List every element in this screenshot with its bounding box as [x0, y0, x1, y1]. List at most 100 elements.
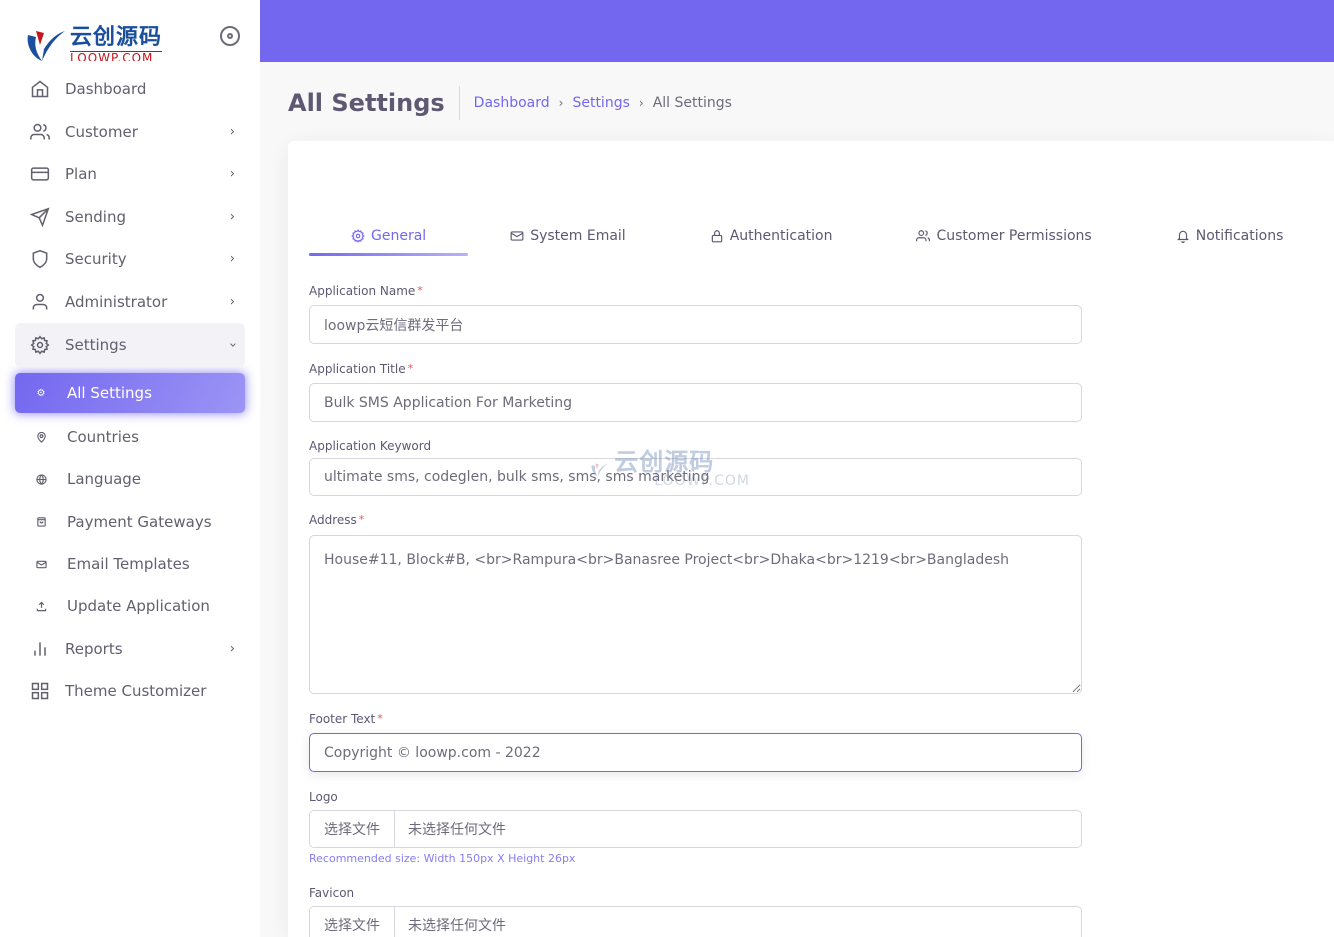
chevron-down-icon: › — [224, 342, 240, 348]
chevron-right-icon: › — [229, 641, 235, 657]
breadcrumb-link-settings[interactable]: Settings — [572, 95, 629, 111]
general-settings-form: Application Name* Application Title* App… — [309, 283, 1082, 937]
address-label: Address * — [309, 513, 365, 527]
favicon-label: Favicon — [309, 886, 355, 900]
sidebar-subitem-email-templates[interactable]: Email Templates — [15, 543, 245, 585]
favicon-file-input[interactable]: 选择文件 未选择任何文件 — [309, 906, 1082, 937]
home-icon — [29, 78, 51, 100]
sidebar-item-label: Language — [67, 470, 142, 489]
grid-icon — [29, 680, 51, 702]
app-name-input[interactable] — [309, 305, 1082, 344]
sidebar-item-label: Dashboard — [65, 80, 147, 99]
sidebar-item-label: Sending — [65, 207, 126, 226]
sidebar-subitem-countries[interactable]: Countries — [15, 416, 245, 458]
sidebar-item-sending[interactable]: Sending › — [15, 196, 245, 239]
chevron-right-icon: › — [558, 96, 564, 110]
sidebar-item-label: All Settings — [67, 384, 152, 402]
settings-tabs: General System Email Authentication Cust… — [308, 225, 1284, 256]
lock-icon — [710, 229, 724, 243]
sidebar-item-label: Security — [65, 250, 127, 269]
chevron-right-icon: › — [229, 124, 235, 140]
sidebar-item-label: Administrator — [65, 292, 168, 311]
sidebar-item-label: Theme Customizer — [65, 682, 207, 701]
upload-icon — [35, 600, 47, 612]
app-name-label: Application Name * — [309, 284, 423, 298]
app-title-input[interactable] — [309, 383, 1082, 422]
footer-text-label: Footer Text * — [309, 712, 383, 726]
sidebar-item-label: Settings — [65, 336, 127, 354]
sidebar-item-customer[interactable]: Customer › — [15, 111, 245, 154]
tab-customer-permissions[interactable]: Customer Permissions — [916, 225, 1092, 247]
top-navbar — [260, 0, 1334, 62]
favicon-file-status: 未选择任何文件 — [408, 918, 506, 934]
sidebar-nav: Dashboard Customer › Plan › Sending › Se… — [15, 68, 245, 712]
logo-label: Logo — [309, 790, 338, 804]
sidebar-item-dashboard[interactable]: Dashboard — [15, 68, 245, 111]
sidebar: 云创源码 LOOWP.COM Dashboard Customer › Plan… — [0, 0, 260, 937]
sidebar-item-administrator[interactable]: Administrator › — [15, 281, 245, 324]
logo-choose-file-button[interactable]: 选择文件 — [310, 811, 395, 847]
sidebar-item-label: Update Application — [67, 597, 210, 616]
address-textarea[interactable]: House#11, Block#B, <br>Rampura<br>Banasr… — [309, 535, 1082, 694]
tab-label: Customer Permissions — [936, 228, 1092, 244]
send-icon — [29, 206, 51, 228]
chevron-right-icon: › — [229, 294, 235, 310]
sidebar-item-label: Customer — [65, 122, 138, 141]
mail-icon — [510, 229, 524, 243]
app-title-label: Application Title * — [309, 362, 414, 376]
logo-file-input[interactable]: 选择文件 未选择任何文件 — [309, 810, 1082, 848]
logo-size-hint: Recommended size: Width 150px X Height 2… — [309, 852, 576, 865]
chevron-right-icon: › — [229, 166, 235, 182]
breadcrumb: Dashboard › Settings › All Settings — [474, 95, 732, 111]
logo-file-status: 未选择任何文件 — [408, 822, 506, 838]
sidebar-item-reports[interactable]: Reports › — [15, 627, 245, 670]
sidebar-item-security[interactable]: Security › — [15, 238, 245, 281]
brand-logo-icon — [27, 31, 65, 61]
tab-label: Notifications — [1195, 228, 1284, 244]
tab-label: General — [371, 228, 427, 244]
sidebar-item-settings[interactable]: Settings › — [15, 323, 245, 367]
map-pin-icon — [35, 431, 47, 443]
sidebar-item-label: Countries — [67, 428, 139, 447]
chevron-right-icon: › — [638, 96, 644, 110]
page-header: All Settings Dashboard › Settings › All … — [288, 86, 732, 120]
tab-authentication[interactable]: Authentication — [710, 225, 833, 247]
tab-general[interactable]: General — [308, 225, 469, 256]
globe-icon — [35, 473, 47, 485]
app-keyword-input[interactable] — [309, 458, 1082, 496]
favicon-choose-file-button[interactable]: 选择文件 — [310, 907, 395, 937]
user-icon — [29, 291, 51, 313]
bar-chart-icon — [29, 638, 51, 660]
bell-icon — [1176, 229, 1190, 243]
sidebar-subitem-language[interactable]: Language — [15, 458, 245, 500]
chevron-right-icon: › — [229, 251, 235, 267]
sidebar-collapse-toggle[interactable] — [220, 26, 240, 46]
brand-name-en: LOOWP.COM — [70, 52, 154, 61]
footer-text-input[interactable] — [309, 733, 1082, 772]
sidebar-item-label: Plan — [65, 165, 97, 184]
tab-notifications[interactable]: Notifications — [1176, 225, 1284, 247]
brand-logo[interactable]: 云创源码 LOOWP.COM — [24, 24, 204, 64]
tab-label: System Email — [530, 228, 626, 244]
settings-icon: ⚙ — [36, 387, 46, 399]
page-title: All Settings — [288, 86, 460, 120]
disc-icon — [227, 33, 233, 39]
tab-system-email[interactable]: System Email — [510, 225, 626, 247]
mail-icon — [35, 558, 47, 570]
users-icon — [916, 229, 931, 243]
sidebar-item-theme-customizer[interactable]: Theme Customizer — [15, 670, 245, 713]
sidebar-subitem-update-application[interactable]: Update Application — [15, 585, 245, 627]
sidebar-item-plan[interactable]: Plan › — [15, 153, 245, 196]
settings-icon — [29, 334, 51, 356]
settings-icon — [351, 229, 365, 243]
sidebar-subitem-all-settings[interactable]: ⚙ All Settings — [15, 373, 245, 413]
sidebar-item-label: Reports — [65, 639, 123, 658]
sidebar-item-label: Payment Gateways — [67, 512, 212, 531]
credit-card-icon — [29, 163, 51, 185]
sidebar-subitem-payment-gateways[interactable]: Payment Gateways — [15, 501, 245, 543]
shield-icon — [29, 248, 51, 270]
breadcrumb-link-dashboard[interactable]: Dashboard — [474, 95, 550, 111]
settings-card: General System Email Authentication Cust… — [288, 141, 1334, 937]
tab-label: Authentication — [729, 228, 833, 244]
sidebar-item-label: Email Templates — [67, 555, 190, 574]
